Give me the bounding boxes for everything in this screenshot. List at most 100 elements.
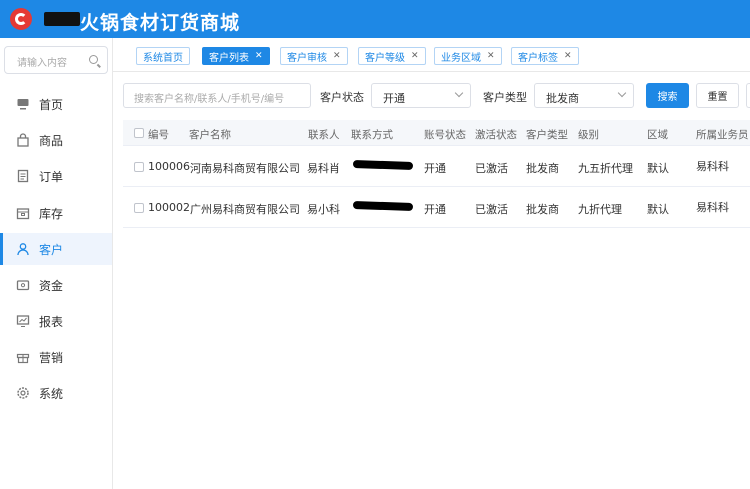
type-select[interactable]: 批发商 — [534, 83, 634, 108]
tab-label: 业务区域 — [441, 52, 481, 64]
column-header: 激活状态 — [475, 129, 517, 141]
monitor-icon — [16, 97, 30, 111]
tab-customer-level[interactable]: 客户等级 ✕ — [358, 47, 426, 65]
sidebar-item-label: 报表 — [39, 314, 64, 329]
sidebar-item-funds[interactable]: 资金 — [0, 269, 112, 301]
column-header: 客户名称 — [189, 129, 231, 141]
sidebar-item-inventory[interactable]: 库存 — [0, 197, 112, 229]
table-row[interactable]: 100002 广州易科商贸有限公司 易小科 开通 已激活 批发商 九折代理 默认… — [123, 188, 750, 228]
cell-type: 批发商 — [526, 162, 559, 175]
sidebar-item-orders[interactable]: 订单 — [0, 160, 112, 192]
shopping-bag-icon — [16, 133, 30, 147]
cell-level: 九折代理 — [578, 203, 622, 216]
sidebar-item-label: 订单 — [39, 169, 64, 184]
sidebar-item-marketing[interactable]: 营销 — [0, 341, 112, 373]
cell-phone — [352, 199, 414, 212]
cell-salesperson: 易科科 — [696, 160, 729, 173]
cell-type: 批发商 — [526, 203, 559, 216]
chart-icon — [16, 314, 30, 328]
cell-id: 100006 — [148, 160, 190, 173]
redacted-phone — [352, 159, 414, 171]
sidebar-search-placeholder: 请输入内容 — [17, 58, 67, 69]
cell-account-status: 开通 — [424, 203, 446, 216]
cell-level: 九五折代理 — [578, 162, 633, 175]
tabs-bar: 系统首页 客户列表 ✕ 客户审核 ✕ 客户等级 ✕ 业务区域 ✕ 客户标签 ✕ — [113, 38, 750, 72]
cell-name: 广州易科商贸有限公司 — [190, 203, 300, 216]
cell-id: 100002 — [148, 201, 190, 214]
sidebar-search-input[interactable]: 请输入内容 — [4, 46, 108, 74]
type-select-value: 批发商 — [546, 92, 579, 105]
tab-label: 客户等级 — [365, 52, 405, 64]
table-row[interactable]: 100006 河南易科商贸有限公司 易科肖 开通 已激活 批发商 九五折代理 默… — [123, 147, 750, 187]
column-header: 区域 — [647, 129, 668, 141]
table-header: 编号 客户名称 联系人 联系方式 账号状态 激活状态 客户类型 级别 区域 所属… — [123, 120, 750, 146]
cell-contact: 易小科 — [307, 203, 340, 216]
app-title: 火锅食材订货商城 — [80, 12, 241, 34]
column-header: 客户类型 — [526, 129, 568, 141]
reset-button[interactable]: 重置 — [696, 83, 739, 108]
status-select-value: 开通 — [383, 92, 405, 105]
column-header: 账号状态 — [424, 129, 466, 141]
close-icon[interactable]: ✕ — [411, 51, 419, 61]
close-icon[interactable]: ✕ — [487, 51, 495, 61]
main-content: 搜索客户名称/联系人/手机号/编号 客户状态 开通 客户类型 批发商 搜索 重置… — [113, 72, 750, 489]
search-icon[interactable] — [89, 55, 98, 64]
sidebar-item-label: 库存 — [39, 206, 64, 221]
status-filter-label: 客户状态 — [320, 91, 364, 104]
row-checkbox[interactable] — [134, 162, 144, 172]
cell-phone — [352, 158, 414, 171]
status-select[interactable]: 开通 — [371, 83, 471, 108]
tab-customer-tags[interactable]: 客户标签 ✕ — [511, 47, 579, 65]
sidebar-item-label: 商品 — [39, 133, 64, 148]
row-checkbox[interactable] — [134, 203, 144, 213]
sidebar-item-label: 资金 — [39, 278, 64, 293]
sidebar-item-label: 营销 — [39, 350, 64, 365]
wallet-icon — [16, 278, 30, 292]
search-button[interactable]: 搜索 — [646, 83, 689, 108]
close-icon[interactable]: ✕ — [255, 51, 263, 61]
tab-business-region[interactable]: 业务区域 ✕ — [434, 47, 502, 65]
sidebar: 请输入内容 首页 商品 订单 库存 客户 资金 报表 营销 系统 — [0, 38, 113, 489]
sidebar-item-reports[interactable]: 报表 — [0, 305, 112, 337]
tab-label: 客户列表 — [209, 52, 249, 64]
cell-activation: 已激活 — [475, 162, 508, 175]
sidebar-item-products[interactable]: 商品 — [0, 124, 112, 156]
more-button[interactable] — [746, 83, 750, 108]
cell-region: 默认 — [647, 162, 669, 175]
tab-home[interactable]: 系统首页 — [136, 47, 190, 65]
column-header: 级别 — [578, 129, 599, 141]
chevron-down-icon — [617, 88, 627, 98]
cell-contact: 易科肖 — [307, 162, 340, 175]
customer-search-placeholder: 搜索客户名称/联系人/手机号/编号 — [134, 94, 285, 105]
gift-icon — [16, 350, 30, 364]
sidebar-item-label: 系统 — [39, 386, 64, 401]
chevron-down-icon — [454, 88, 464, 98]
tab-customer-review[interactable]: 客户审核 ✕ — [280, 47, 348, 65]
column-header: 所属业务员 — [696, 129, 749, 141]
sidebar-item-customers[interactable]: 客户 — [0, 233, 112, 265]
sidebar-item-label: 客户 — [39, 242, 64, 257]
cell-salesperson: 易科科 — [696, 201, 729, 214]
select-all-checkbox[interactable] — [134, 128, 144, 138]
tab-customer-list[interactable]: 客户列表 ✕ — [202, 47, 270, 65]
sidebar-item-label: 首页 — [39, 97, 64, 112]
logo-icon — [10, 8, 32, 30]
column-header: 编号 — [148, 129, 169, 141]
sidebar-item-home[interactable]: 首页 — [0, 88, 112, 120]
close-icon[interactable]: ✕ — [333, 51, 341, 61]
gear-icon — [16, 386, 30, 400]
cell-account-status: 开通 — [424, 162, 446, 175]
customer-search-input[interactable]: 搜索客户名称/联系人/手机号/编号 — [123, 83, 311, 108]
cell-activation: 已激活 — [475, 203, 508, 216]
sidebar-item-system[interactable]: 系统 — [0, 377, 112, 409]
app-header: 火锅食材订货商城 — [0, 0, 750, 38]
cell-region: 默认 — [647, 203, 669, 216]
user-icon — [16, 242, 30, 256]
close-icon[interactable]: ✕ — [564, 51, 572, 61]
cell-name: 河南易科商贸有限公司 — [190, 162, 300, 175]
warehouse-icon — [16, 206, 30, 220]
document-icon — [16, 169, 30, 183]
redacted-phone — [352, 200, 414, 212]
column-header: 联系人 — [308, 129, 340, 141]
tab-label: 系统首页 — [143, 52, 183, 64]
